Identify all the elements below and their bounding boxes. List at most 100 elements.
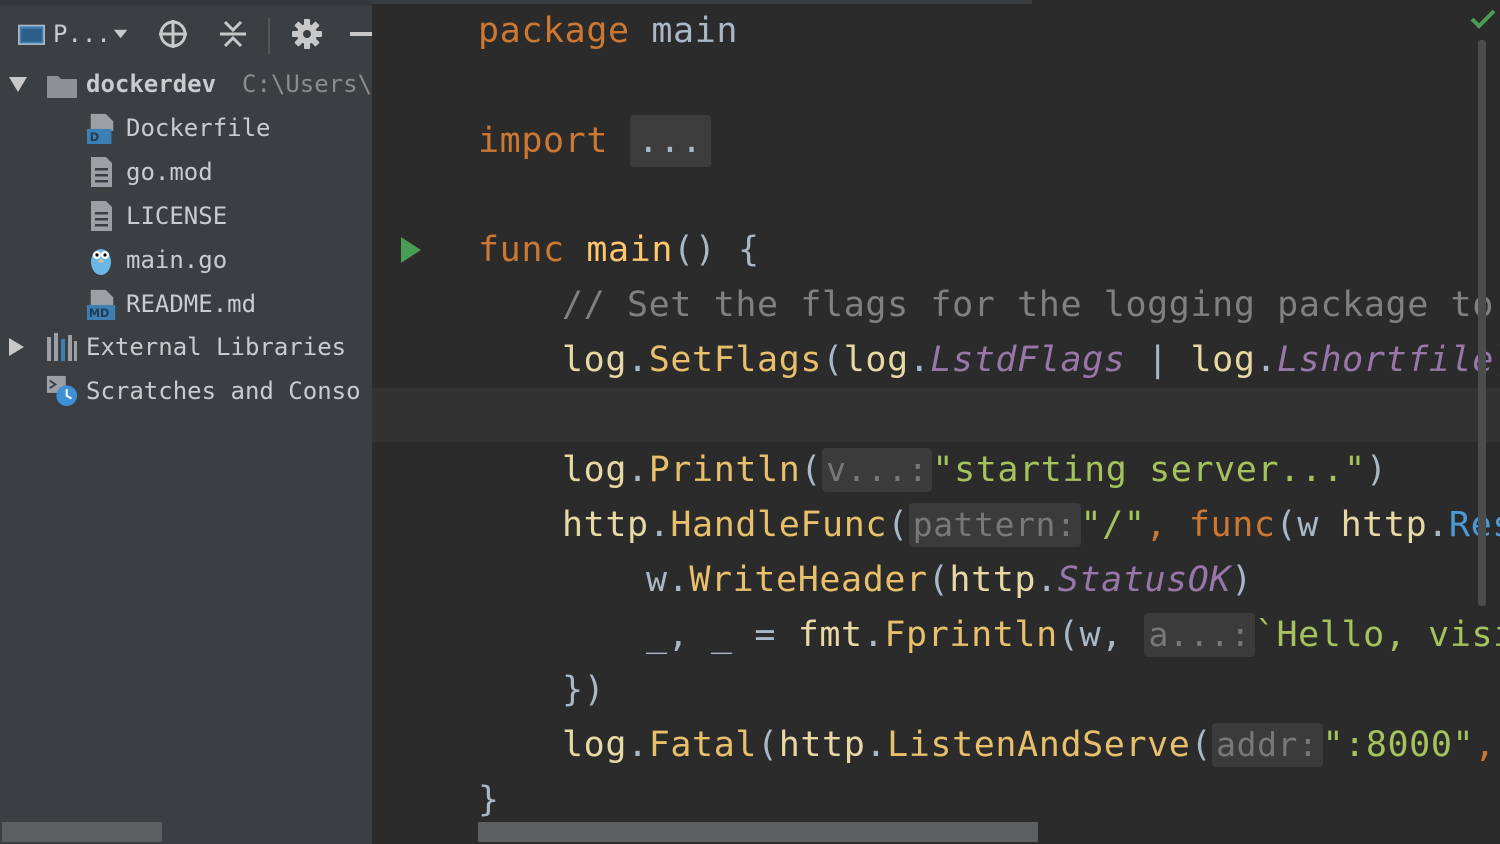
editor-vertical-scrollbar[interactable]: [1478, 40, 1486, 606]
code-line-fprintln: _, _ = fmt.Fprintln(w, a...: `Hello, visi: [646, 610, 1500, 660]
text-file-icon: [91, 157, 112, 187]
pkg-fmt: fmt: [797, 615, 863, 655]
method-println: Println: [648, 450, 801, 490]
gear-icon: [292, 19, 322, 49]
pkg-log: log: [562, 725, 628, 765]
method-writeheader: WriteHeader: [689, 560, 928, 600]
closing-paren: }): [562, 670, 606, 710]
tree-item-external-libraries[interactable]: External Libraries: [0, 327, 372, 367]
package-name: main: [651, 11, 739, 51]
tree-root-dockerdev[interactable]: dockerdev C:\Users\: [0, 64, 372, 104]
pkg-http: http: [1340, 505, 1428, 545]
tree-item-readme[interactable]: MD README.md: [0, 284, 372, 324]
settings-button[interactable]: [290, 19, 324, 49]
method-handlefunc: HandleFunc: [670, 505, 888, 545]
param-hint: addr:: [1212, 723, 1323, 767]
folder-icon: [47, 76, 77, 98]
method-setflags: SetFlags: [648, 340, 823, 380]
root-folder-path: C:\Users\: [242, 70, 372, 98]
hide-panel-button[interactable]: [350, 20, 372, 48]
project-view-label: P...: [53, 20, 111, 48]
arg-w: w,: [1079, 615, 1145, 655]
pkg-log: log: [1190, 340, 1256, 380]
locate-button[interactable]: [156, 20, 190, 48]
expanded-arrow-icon[interactable]: [8, 74, 28, 94]
const-statusok: StatusOK: [1057, 560, 1232, 600]
file-name: go.mod: [126, 158, 213, 186]
code-line-setflags: log.SetFlags(log.LstdFlags | log.Lshortf…: [562, 340, 1500, 380]
pkg-http: http: [778, 725, 866, 765]
param-hint: a...:: [1144, 613, 1255, 657]
collapse-all-icon: [220, 20, 246, 48]
code-line-package: package main: [478, 6, 738, 56]
folded-imports[interactable]: ...: [629, 115, 711, 167]
pkg-log: log: [562, 450, 628, 490]
receiver-w: w: [646, 560, 668, 600]
tree-item-dockerfile[interactable]: D Dockerfile: [0, 108, 372, 148]
string-literal: ":8000": [1322, 725, 1475, 765]
hide-icon: [350, 32, 372, 36]
libraries-icon: [47, 333, 77, 361]
keyword-func: func: [478, 230, 565, 270]
method-listenandserve: ListenAndServe: [887, 725, 1191, 765]
const-lshortfile: Lshortfile: [1277, 340, 1494, 380]
param-hint: pattern:: [908, 503, 1081, 547]
pkg-log: log: [562, 340, 628, 380]
toolbar-divider: [268, 18, 270, 54]
locate-icon: [159, 20, 187, 48]
code-line-writeheader: w.WriteHeader(http.StatusOK): [646, 560, 1253, 600]
keyword-package: package: [478, 11, 630, 51]
dockerfile-icon: D: [86, 113, 114, 144]
file-name: main.go: [126, 246, 228, 274]
tree-item-license[interactable]: LICENSE: [0, 196, 372, 236]
external-libraries-label: External Libraries: [86, 333, 347, 361]
code-editor[interactable]: package main import ... func main() { //…: [372, 0, 1500, 844]
tree-item-scratches[interactable]: Scratches and Conso: [0, 371, 372, 411]
raw-string-literal: `Hello, visi: [1254, 615, 1500, 655]
pkg-log: log: [843, 340, 909, 380]
type-name: Res: [1448, 505, 1500, 545]
menu-bar-remnant: [0, 0, 372, 6]
code-line-close-main: }: [478, 775, 500, 825]
pkg-http: http: [562, 505, 649, 545]
markdown-file-icon: MD: [86, 289, 116, 320]
project-view-selector[interactable]: P...: [18, 20, 128, 48]
collapsed-arrow-icon[interactable]: [6, 337, 26, 357]
menu-bar-remnant: [372, 0, 1032, 4]
code-line-handlefunc: http.HandleFunc(pattern: "/", func(w http…: [562, 500, 1500, 550]
file-name: Dockerfile: [126, 114, 271, 142]
param-w: w: [1297, 505, 1319, 545]
collapse-all-button[interactable]: [216, 20, 250, 48]
run-gutter-icon[interactable]: [400, 236, 422, 264]
root-folder-name: dockerdev: [86, 70, 217, 98]
check-icon[interactable]: [1470, 8, 1496, 30]
code-line-comment: // Set the flags for the logging package…: [562, 280, 1500, 330]
scratches-label: Scratches and Conso: [86, 377, 361, 405]
svg-text:D: D: [90, 131, 99, 144]
editor-horizontal-scrollbar[interactable]: [478, 822, 1038, 842]
dropdown-arrow-icon: [113, 29, 128, 39]
gopher-icon: [91, 249, 111, 275]
method-fprintln: Fprintln: [884, 615, 1058, 655]
pipe-operator: |: [1125, 340, 1191, 380]
tree-item-main-go[interactable]: main.go: [0, 240, 372, 280]
tree-item-go-mod[interactable]: go.mod: [0, 152, 372, 192]
func-signature: () {: [673, 230, 760, 270]
text-file-icon: [91, 201, 112, 231]
current-line-highlight: [372, 388, 1500, 442]
string-literal: "/": [1080, 505, 1146, 545]
file-name: LICENSE: [126, 202, 228, 230]
method-fatal: Fatal: [648, 725, 758, 765]
code-line-import: import ...: [478, 115, 711, 167]
file-name: README.md: [126, 290, 257, 318]
project-panel: P... dockerdev C:\Users\ D Dockerfile go…: [0, 0, 372, 844]
svg-text:MD: MD: [89, 307, 110, 320]
project-horizontal-scrollbar[interactable]: [2, 822, 162, 842]
function-name: main: [586, 230, 674, 270]
closing-brace: }: [478, 780, 500, 820]
keyword-import: import: [478, 121, 609, 161]
code-line-println: log.Println(v...: "starting server..."): [562, 448, 1388, 492]
const-lstdflags: LstdFlags: [930, 340, 1126, 380]
code-line-close-handler: }): [562, 665, 605, 715]
code-line-fatal: log.Fatal(http.ListenAndServe(addr: ":800…: [562, 723, 1496, 767]
